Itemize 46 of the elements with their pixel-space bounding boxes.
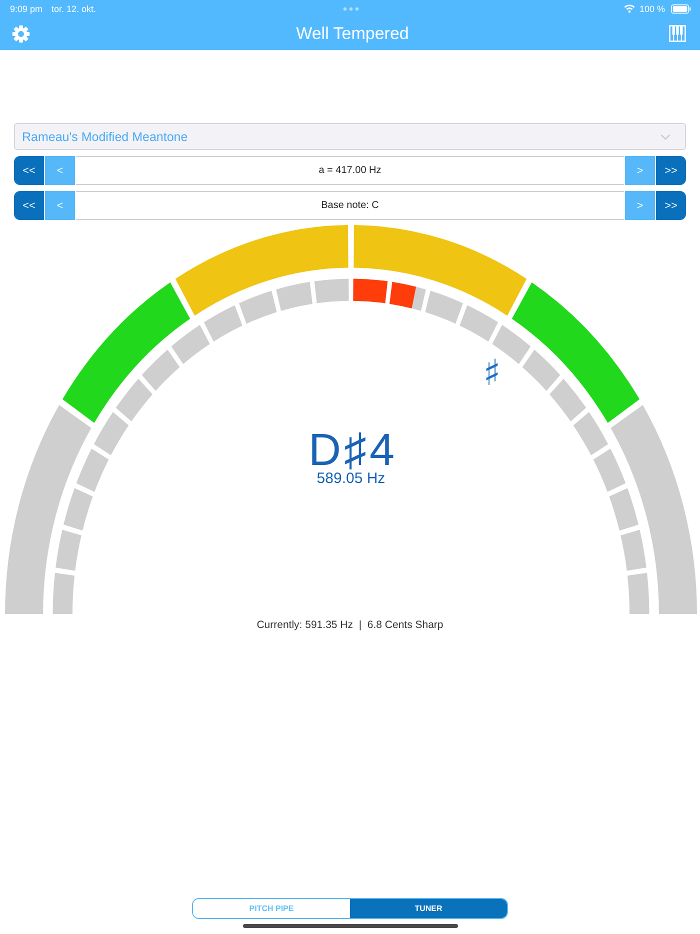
current-reading: Currently: 591.35 Hz | 6.8 Cents Sharp <box>256 619 444 631</box>
meter-segment <box>171 324 210 364</box>
meter-segment <box>593 448 626 492</box>
meter-segment <box>142 350 180 391</box>
value-display: Base note: C <box>76 191 624 220</box>
meter-segment <box>116 378 152 422</box>
meter-segment <box>460 305 498 342</box>
chevron-down-icon <box>660 134 671 140</box>
sharp-side-label: ♯ <box>483 353 501 394</box>
meter-segment <box>573 412 608 456</box>
meter-segment <box>94 412 129 456</box>
status-time: 9:09 pm <box>10 4 43 14</box>
meter-segment <box>76 448 109 492</box>
meter-segment <box>620 530 646 571</box>
jump-forward-button[interactable]: >> <box>656 191 686 220</box>
battery-percent: 100 % <box>639 4 665 14</box>
meter-segment <box>522 350 560 391</box>
meter-segment <box>550 378 586 422</box>
target-frequency: 589.05 Hz <box>316 470 386 487</box>
meter-segment <box>64 488 93 531</box>
jump-forward-button[interactable]: >> <box>656 156 686 185</box>
app-title: Well Tempered <box>296 24 409 44</box>
mode-tab[interactable]: TUNER <box>350 899 507 918</box>
step-back-button[interactable]: < <box>45 156 75 185</box>
meter-segment <box>276 282 312 311</box>
meter-segment <box>239 290 277 324</box>
value-display: a = 417.00 Hz <box>76 156 624 185</box>
temperament-dropdown[interactable]: Rameau's Modified Meantone <box>14 123 686 150</box>
meter-segment <box>609 488 638 531</box>
jump-back-button[interactable]: << <box>14 156 44 185</box>
multitasking-dots-icon <box>342 6 358 10</box>
settings-icon[interactable] <box>12 24 30 42</box>
meter-segment <box>314 278 349 304</box>
step-forward-button[interactable]: > <box>625 191 655 220</box>
meter-segment <box>52 572 75 614</box>
wifi-icon <box>624 4 636 13</box>
meter-segment <box>56 530 82 571</box>
step-back-button[interactable]: < <box>45 191 75 220</box>
battery-icon <box>671 4 691 14</box>
step-forward-button[interactable]: > <box>625 156 655 185</box>
jump-back-button[interactable]: << <box>14 191 44 220</box>
piano-keyboard-icon[interactable] <box>668 25 686 42</box>
status-date: tor. 12. okt. <box>52 4 96 14</box>
meter-segment <box>627 572 650 614</box>
meter-segment <box>204 305 242 342</box>
meter-segment <box>425 290 463 324</box>
